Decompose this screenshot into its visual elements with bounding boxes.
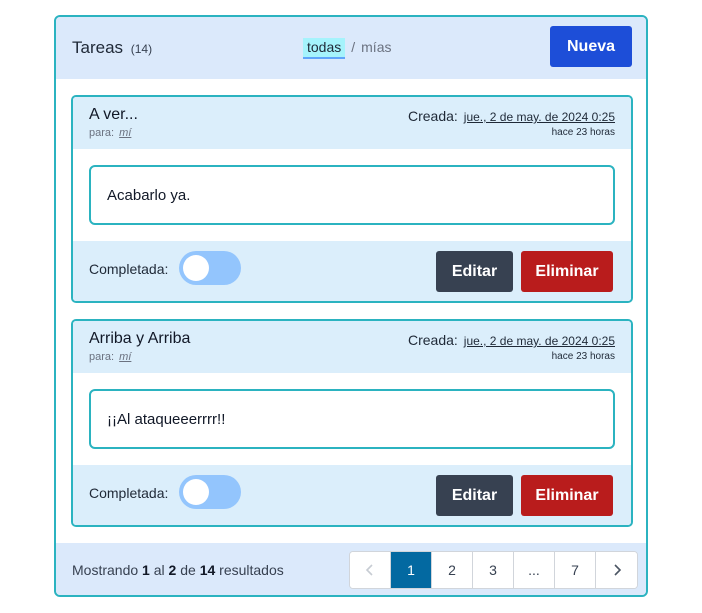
task-created: Creada: jue., 2 de may. de 2024 0:25 hace…: [408, 332, 615, 362]
assignee-label: para:: [89, 351, 115, 363]
showing-of: de: [180, 562, 196, 578]
assignee-link[interactable]: mí: [119, 127, 131, 139]
tasks-panel: Tareas (14) todas / mías Nueva A ver... pa…: [54, 15, 648, 597]
task-card: Arriba y Arriba para: mí Creada: jue., 2 …: [71, 319, 633, 527]
pagination-footer: Mostrando 1 al 2 de 14 resultados 1 2 3 …: [56, 543, 646, 595]
task-content: Acabarlo ya.: [107, 187, 191, 204]
title-text: Tareas: [72, 38, 124, 57]
page-ellipsis: ...: [514, 552, 555, 588]
edit-button[interactable]: Editar: [436, 475, 513, 516]
filter-mine[interactable]: mías: [361, 39, 391, 55]
showing-suffix: resultados: [219, 562, 284, 578]
created-relative: hace 23 horas: [551, 351, 615, 362]
task-list: A ver... para: mí Creada: jue., 2 de may.…: [56, 79, 646, 543]
assignee-link[interactable]: mí: [119, 351, 131, 363]
page-button-1[interactable]: 1: [391, 552, 432, 588]
showing-prefix: Mostrando: [72, 562, 139, 578]
task-card-header: Arriba y Arriba para: mí Creada: jue., 2 …: [73, 321, 631, 373]
delete-button[interactable]: Eliminar: [521, 475, 613, 516]
showing-total: 14: [199, 562, 216, 578]
pagination: 1 2 3 ... 7: [349, 551, 638, 589]
task-content-box: Acabarlo ya.: [89, 165, 615, 225]
page-button-2[interactable]: 2: [432, 552, 473, 588]
task-content: ¡¡Al ataqueeerrrr!!: [107, 411, 226, 428]
filter-all[interactable]: todas: [303, 38, 346, 59]
task-card: A ver... para: mí Creada: jue., 2 de may.…: [71, 95, 633, 303]
created-date: jue., 2 de may. de 2024 0:25: [463, 334, 615, 348]
toggle-knob: [183, 255, 209, 281]
task-card-footer: Completada: Editar Eliminar: [73, 241, 631, 301]
filter-separator: /: [351, 39, 356, 55]
task-assignee: para: mí: [89, 127, 131, 139]
results-summary: Mostrando 1 al 2 de 14 resultados: [72, 562, 284, 578]
chevron-left-icon[interactable]: [350, 552, 391, 588]
task-count: (14): [130, 42, 153, 56]
edit-button[interactable]: Editar: [436, 251, 513, 292]
task-created: Creada: jue., 2 de may. de 2024 0:25 hace…: [408, 108, 615, 138]
task-title: A ver...: [89, 106, 138, 123]
chevron-right-icon[interactable]: [596, 552, 637, 588]
showing-mid: al: [153, 562, 165, 578]
showing-from: 1: [142, 562, 150, 578]
task-card-header: A ver... para: mí Creada: jue., 2 de may.…: [73, 97, 631, 149]
created-label: Creada:: [407, 332, 458, 348]
task-title: Arriba y Arriba: [89, 330, 191, 347]
delete-button[interactable]: Eliminar: [521, 251, 613, 292]
page-title: Tareas (14): [72, 38, 152, 58]
completed-label: Completada:: [89, 485, 169, 501]
created-relative: hace 23 horas: [551, 127, 615, 138]
created-date: jue., 2 de may. de 2024 0:25: [463, 110, 615, 124]
new-task-button[interactable]: Nueva: [550, 26, 632, 67]
assignee-label: para:: [89, 127, 115, 139]
task-assignee: para: mí: [89, 351, 131, 363]
page-button-3[interactable]: 3: [473, 552, 514, 588]
page-button-7[interactable]: 7: [555, 552, 596, 588]
completed-label: Completada:: [89, 261, 169, 277]
toggle-knob: [183, 479, 209, 505]
task-card-footer: Completada: Editar Eliminar: [73, 465, 631, 525]
created-label: Creada:: [407, 108, 458, 124]
completed-toggle[interactable]: [179, 475, 241, 509]
filter-tabs: todas / mías: [303, 38, 391, 59]
panel-header: Tareas (14) todas / mías Nueva: [56, 17, 646, 79]
task-content-box: ¡¡Al ataqueeerrrr!!: [89, 389, 615, 449]
showing-to: 2: [168, 562, 177, 578]
completed-toggle[interactable]: [179, 251, 241, 285]
